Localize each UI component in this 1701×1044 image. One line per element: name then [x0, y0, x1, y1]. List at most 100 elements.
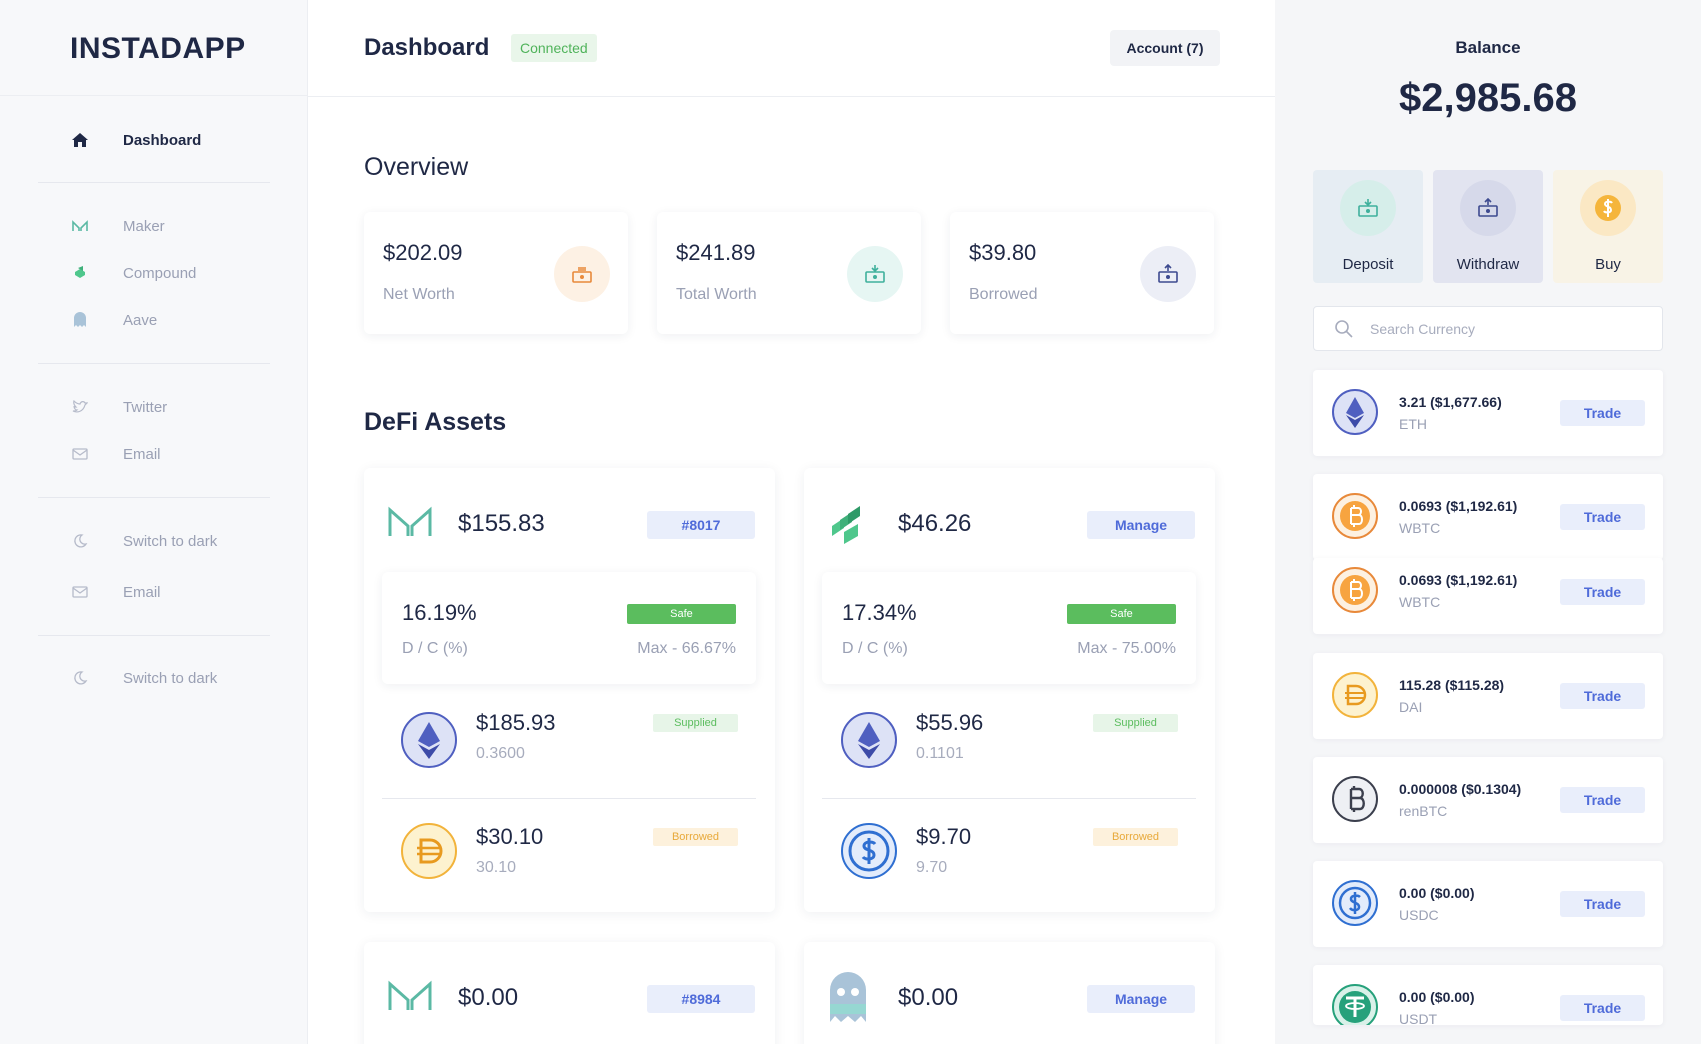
divider: [822, 798, 1196, 799]
position-value: $9.70: [916, 824, 972, 849]
trade-button[interactable]: Trade: [1560, 891, 1645, 917]
currency-item: 0.00 ($0.00) USDT Trade: [1313, 965, 1663, 1025]
withdraw-icon: [1140, 246, 1196, 302]
eth-icon: [400, 711, 458, 769]
withdraw-icon: [1460, 180, 1516, 236]
trade-button[interactable]: Trade: [1560, 787, 1645, 813]
position-amount: 0.3600: [476, 745, 525, 762]
withdraw-label: Withdraw: [1456, 256, 1520, 273]
aave-icon: [828, 970, 872, 1022]
trade-button[interactable]: Trade: [1560, 579, 1645, 605]
deposit-icon: [847, 246, 903, 302]
account-button[interactable]: Account (7): [1110, 30, 1220, 66]
position-value: $55.96: [916, 710, 984, 735]
search-input[interactable]: [1370, 317, 1640, 341]
trade-button[interactable]: Trade: [1560, 504, 1645, 530]
asset-card-aave: $0.00 Manage: [804, 942, 1215, 1044]
currency-symbol: DAI: [1399, 699, 1423, 715]
manage-button[interactable]: Manage: [1087, 511, 1195, 539]
divider: [38, 497, 270, 498]
defi-title: DeFi Assets: [364, 408, 507, 436]
overview-label: Net Worth: [383, 286, 455, 303]
sidebar-item-label: Aave: [123, 311, 158, 329]
manage-button[interactable]: Manage: [1087, 985, 1195, 1013]
overview-value: $202.09: [383, 240, 463, 265]
position-row: $9.70 9.70 Borrowed: [822, 800, 1196, 910]
ratio-label: D / C (%): [842, 640, 908, 657]
trade-button[interactable]: Trade: [1560, 995, 1645, 1021]
wbtc-icon: [1331, 492, 1379, 540]
position-row: $185.93 0.3600 Supplied: [382, 694, 756, 804]
position-value: $30.10: [476, 824, 544, 849]
sidebar-item-email[interactable]: Email: [70, 440, 161, 468]
vault-id-button[interactable]: #8017: [647, 511, 755, 539]
twitter-icon: [70, 397, 90, 417]
divider: [38, 182, 270, 183]
trade-button[interactable]: Trade: [1560, 400, 1645, 426]
overview-card-net-worth: $202.09 Net Worth: [364, 212, 628, 334]
sidebar-item-label: Maker: [123, 217, 165, 235]
asset-value: $0.00: [898, 984, 959, 1011]
sidebar-item-twitter[interactable]: Twitter: [70, 393, 167, 421]
aave-icon: [70, 310, 90, 330]
moon-icon: [70, 531, 90, 551]
sidebar-item-maker[interactable]: Maker: [70, 212, 165, 240]
compound-icon: [70, 263, 90, 283]
overview-card-total-worth: $241.89 Total Worth: [657, 212, 921, 334]
dai-icon: [1331, 671, 1379, 719]
currency-item: 0.0693 ($1,192.61) WBTC Trade: [1313, 474, 1663, 560]
borrowed-badge: Borrowed: [653, 828, 738, 846]
overview-card-borrowed: $39.80 Borrowed: [950, 212, 1214, 334]
buy-button[interactable]: Buy: [1553, 170, 1663, 283]
home-icon: [70, 130, 90, 150]
asset-value: $0.00: [458, 984, 519, 1011]
sidebar-item-label: Switch to dark: [123, 532, 218, 550]
sidebar-item-switch-dark[interactable]: Switch to dark: [70, 527, 217, 555]
asset-value: $155.83: [458, 510, 545, 537]
cash-icon: [554, 246, 610, 302]
currency-amount: 3.21 ($1,677.66): [1399, 394, 1502, 410]
divider: [38, 635, 270, 636]
ratio-value: 16.19%: [402, 600, 477, 625]
ratio-value: 17.34%: [842, 600, 917, 625]
sidebar-item-label: Email: [123, 445, 161, 463]
currency-symbol: USDC: [1399, 907, 1439, 923]
asset-card-compound: $46.26 Manage 17.34% D / C (%) Safe Max …: [804, 468, 1215, 912]
position-row: $55.96 0.1101 Supplied: [822, 694, 1196, 804]
deposit-label: Deposit: [1342, 256, 1394, 273]
currency-item: 0.0693 ($1,192.61) WBTC Trade: [1313, 558, 1663, 634]
divider: [38, 363, 270, 364]
currency-amount: 0.0693 ($1,192.61): [1399, 572, 1518, 588]
overview-title: Overview: [364, 153, 469, 181]
sidebar-item-dashboard[interactable]: Dashboard: [70, 126, 201, 154]
asset-value: $46.26: [898, 510, 972, 537]
sidebar-item-compound[interactable]: Compound: [70, 259, 196, 287]
withdraw-button[interactable]: Withdraw: [1433, 170, 1543, 283]
sidebar-item-label: Compound: [123, 264, 197, 282]
currency-amount: 115.28 ($115.28): [1399, 677, 1505, 693]
search-icon: [1334, 319, 1354, 339]
deposit-button[interactable]: Deposit: [1313, 170, 1423, 283]
top-bar: Dashboard Connected Account (7): [308, 0, 1275, 97]
sidebar-item-aave[interactable]: Aave: [70, 306, 157, 334]
sidebar-item-email[interactable]: Email: [70, 578, 161, 606]
balance-label: Balance: [1455, 38, 1521, 57]
logo[interactable]: INSTADAPP: [70, 32, 246, 66]
overview-value: $39.80: [969, 240, 1037, 265]
vault-id-button[interactable]: #8984: [647, 985, 755, 1013]
email-icon: [70, 582, 90, 602]
currency-symbol: renBTC: [1399, 803, 1448, 819]
status-badge: Safe: [627, 604, 736, 624]
ratio-label: D / C (%): [402, 640, 468, 657]
currency-item: 0.000008 ($0.1304) renBTC Trade: [1313, 757, 1663, 843]
trade-button[interactable]: Trade: [1560, 683, 1645, 709]
currency-amount: 0.0693 ($1,192.61): [1399, 498, 1518, 514]
currency-symbol: ETH: [1399, 416, 1427, 432]
currency-item: 0.00 ($0.00) USDC Trade: [1313, 861, 1663, 947]
balance-panel: Balance $2,985.68 Deposit Withdraw Buy 3…: [1275, 0, 1701, 1044]
deposit-icon: [1340, 180, 1396, 236]
sidebar-item-switch-dark[interactable]: Switch to dark: [70, 664, 217, 692]
search-box[interactable]: [1313, 306, 1663, 351]
compound-icon: [828, 506, 872, 546]
position-row: $30.10 30.10 Borrowed: [382, 800, 756, 910]
